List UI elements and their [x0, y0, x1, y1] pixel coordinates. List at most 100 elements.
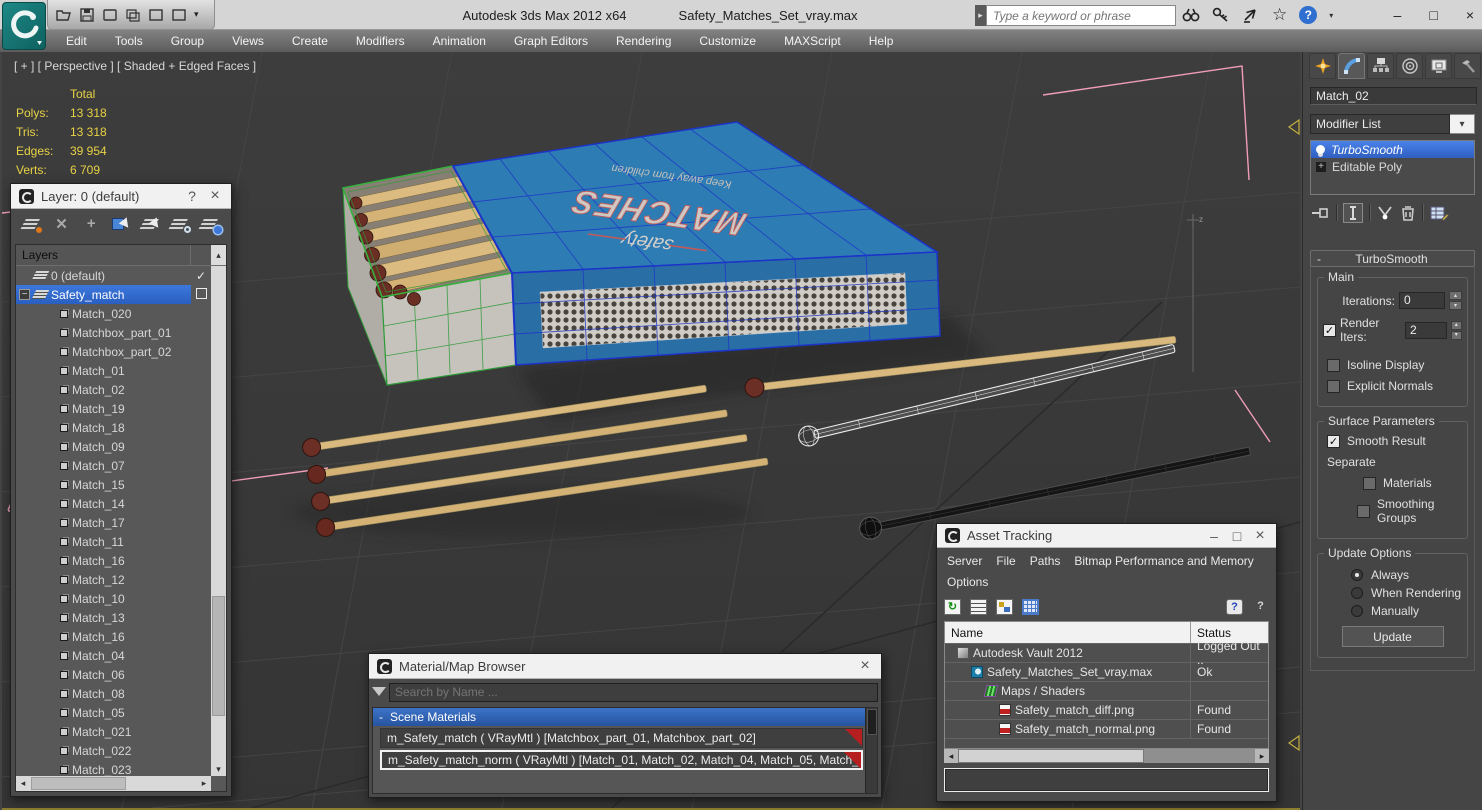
modifier-list-dropdown[interactable]: Modifier List ▾	[1310, 114, 1475, 134]
help-icon[interactable]: ?	[184, 188, 200, 204]
layer-row[interactable]: Match_18	[16, 418, 211, 437]
freeze-layers-icon[interactable]	[198, 216, 223, 234]
tab-create[interactable]	[1309, 53, 1336, 79]
filter-funnel-icon[interactable]	[372, 687, 386, 703]
menu-item[interactable]: Modifiers	[342, 30, 419, 52]
highlight-selected-layer-icon[interactable]	[138, 216, 165, 235]
tab-utilities[interactable]	[1454, 53, 1481, 79]
menu-item[interactable]: Rendering	[602, 30, 685, 52]
context-help-icon[interactable]: ?	[1252, 599, 1269, 615]
keyword-search-input[interactable]	[986, 5, 1176, 26]
help-dropdown-icon[interactable]: ▾	[1329, 11, 1333, 20]
smooth-result-checkbox[interactable]: ✓	[1327, 434, 1340, 448]
new-window-icon[interactable]	[148, 8, 164, 22]
collapse-icon[interactable]: -	[379, 710, 383, 724]
layer-row[interactable]: Match_12	[16, 570, 211, 589]
help-icon[interactable]: ?	[1299, 6, 1318, 24]
Safety_match_normal.png[interactable]: Safety_match_normal.png Found	[945, 719, 1268, 738]
scroll-up-icon[interactable]: ▴	[211, 245, 226, 265]
expand-toggle[interactable]	[45, 688, 56, 699]
render-iters-spinner[interactable]: ▴ ▾	[1450, 320, 1462, 340]
menu-item[interactable]: Server	[947, 552, 982, 570]
Safety_Matches_Set_vray.max[interactable]: Safety_Matches_Set_vray.max Ok	[945, 662, 1268, 681]
layers-column-header[interactable]: Layers	[16, 245, 190, 265]
refresh-icon[interactable]: ↻	[944, 598, 961, 615]
expand-toggle[interactable]	[45, 517, 56, 528]
configure-modifier-sets-icon[interactable]	[1429, 204, 1449, 222]
expand-toggle[interactable]	[45, 612, 56, 623]
close-button[interactable]: ×	[1466, 7, 1474, 23]
expand-toggle[interactable]	[45, 650, 56, 661]
expand-toggle[interactable]	[45, 764, 56, 775]
expand-toggle[interactable]	[45, 574, 56, 585]
menu-item[interactable]: Group	[157, 30, 218, 52]
menu-item[interactable]: Animation	[419, 30, 500, 52]
layer-row[interactable]: Match_16	[16, 551, 211, 570]
expand-toggle[interactable]	[45, 631, 56, 642]
collapse-icon[interactable]: -	[1317, 252, 1321, 266]
asset-tracking-titlebar[interactable]: Asset Tracking – □ ×	[937, 524, 1276, 548]
expand-toggle[interactable]	[45, 536, 56, 547]
make-unique-icon[interactable]	[1376, 204, 1394, 222]
layer-row[interactable]: Match_08	[16, 684, 211, 703]
expand-toggle[interactable]	[45, 365, 56, 376]
menu-item[interactable]: Graph Editors	[500, 30, 602, 52]
layer-row[interactable]: Match_022	[16, 741, 211, 760]
layer-row[interactable]: Match_16	[16, 627, 211, 646]
expand-toggle[interactable]	[45, 327, 56, 338]
maximize-button[interactable]: □	[1429, 7, 1437, 23]
menu-item[interactable]: Create	[278, 30, 342, 52]
menu-item[interactable]: Bitmap Performance and Memory	[1074, 552, 1253, 570]
expand-toggle[interactable]	[45, 498, 56, 509]
isoline-display-checkbox[interactable]	[1327, 358, 1340, 372]
layer-dialog-titlebar[interactable]: Layer: 0 (default) ? ×	[11, 184, 231, 209]
pin-stack-icon[interactable]	[1310, 204, 1330, 222]
layer-row[interactable]: Match_11	[16, 532, 211, 551]
layer-row[interactable]: 0 (default) ✓	[16, 266, 211, 285]
rollout-header[interactable]: - TurboSmooth	[1310, 250, 1475, 267]
undo-icon[interactable]	[102, 8, 118, 22]
modifier-icon[interactable]	[1316, 161, 1326, 172]
layer-row[interactable]: Match_07	[16, 456, 211, 475]
radio-icon[interactable]	[1351, 587, 1363, 599]
expand-toggle[interactable]	[45, 441, 56, 452]
select-objects-in-layer-icon[interactable]	[109, 216, 136, 235]
iterations-field[interactable]: 0	[1399, 292, 1445, 309]
name-column-header[interactable]: Name	[945, 626, 1190, 640]
layer-row[interactable]: Match_05	[16, 703, 211, 722]
redo-icon[interactable]	[125, 8, 141, 22]
update-option-radio[interactable]: Manually	[1351, 604, 1462, 618]
expand-toggle[interactable]	[45, 479, 56, 490]
expand-toggle[interactable]	[45, 422, 56, 433]
viewport-label[interactable]: [ + ] [ Perspective ] [ Shaded + Edged F…	[14, 59, 256, 73]
Safety_match_diff.png[interactable]: Safety_match_diff.png Found	[945, 700, 1268, 719]
layer-row-mark[interactable]: ✓	[191, 269, 211, 283]
qat-dropdown-icon[interactable]: ▾	[194, 9, 199, 20]
hide-unhide-layers-icon[interactable]	[168, 216, 192, 233]
expand-toggle[interactable]	[45, 460, 56, 471]
favorites-star-icon[interactable]: ☆	[1272, 5, 1287, 25]
layer-row[interactable]: Match_021	[16, 722, 211, 741]
expand-toggle[interactable]	[45, 346, 56, 357]
table-view-icon[interactable]	[1022, 598, 1039, 615]
material-item[interactable]: m_Safety_match_norm ( VRayMtl ) [Match_0…	[380, 750, 863, 770]
web-help-icon[interactable]: ?	[1226, 598, 1243, 615]
hierarchy-view-icon[interactable]	[996, 598, 1013, 615]
delete-layer-icon[interactable]: ✕	[50, 216, 74, 233]
show-end-result-icon[interactable]	[1343, 202, 1363, 223]
layer-row[interactable]: Match_01	[16, 361, 211, 380]
radio-icon[interactable]	[1351, 605, 1363, 617]
layer-row[interactable]: Match_13	[16, 608, 211, 627]
tab-modify[interactable]	[1338, 53, 1365, 79]
layer-row[interactable]: Matchbox_part_01	[16, 323, 211, 342]
menu-item[interactable]: Tools	[101, 30, 157, 52]
layer-row[interactable]: Match_023	[16, 760, 211, 776]
expand-toggle[interactable]	[45, 403, 56, 414]
expand-toggle[interactable]	[45, 745, 56, 756]
menu-item[interactable]: Help	[855, 30, 908, 52]
layer-row[interactable]: Match_09	[16, 437, 211, 456]
asset-horizontal-scrollbar[interactable]: ◂ ▸	[944, 749, 1269, 763]
object-name-field[interactable]	[1310, 87, 1477, 105]
close-icon[interactable]: ×	[1252, 527, 1268, 545]
create-layer-icon[interactable]	[19, 216, 44, 233]
